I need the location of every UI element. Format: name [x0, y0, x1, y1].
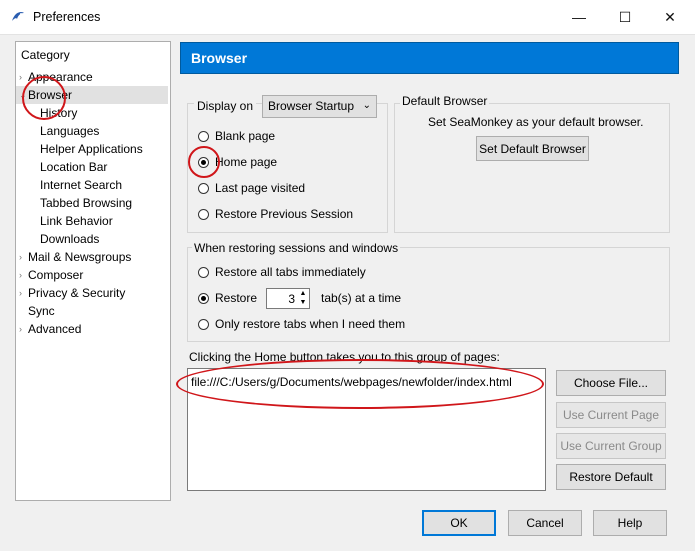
sidebar-item-label: Languages	[40, 124, 100, 138]
window-title: Preferences	[33, 10, 101, 24]
tab-count-stepper[interactable]: 3 ▲ ▼	[266, 288, 310, 309]
collapsed-chevron-icon[interactable]: ›	[19, 68, 22, 86]
chevron-down-icon: ⌄	[362, 100, 371, 111]
annotation-circle-browser	[22, 76, 66, 120]
cancel-button[interactable]: Cancel	[508, 510, 582, 536]
sidebar-item-helper-applications[interactable]: Helper Applications	[16, 140, 168, 158]
sidebar-item-label: Sync	[28, 304, 55, 318]
maximize-icon: ☐	[618, 8, 632, 25]
step-up-icon[interactable]: ▲	[298, 289, 308, 298]
display-option-radio-2[interactable]	[198, 183, 209, 194]
restore-n-radio[interactable]	[198, 293, 209, 304]
sidebar-item-sync[interactable]: Sync	[16, 302, 168, 320]
display-on-dropdown[interactable]: Browser Startup ⌄	[262, 95, 377, 118]
sidebar-item-label: Helper Applications	[40, 142, 143, 156]
sidebar-item-label: Location Bar	[40, 160, 108, 174]
sidebar-item-label: Privacy & Security	[28, 286, 126, 300]
display-option-radio-0[interactable]	[198, 131, 209, 142]
sidebar-item-label: Mail & Newsgroups	[28, 250, 132, 264]
page-title: Browser	[191, 50, 248, 66]
display-option-label-blank-page[interactable]: Blank page	[215, 129, 275, 143]
annotation-ellipse-home-url	[176, 359, 544, 409]
display-option-label-restore-previous-session[interactable]: Restore Previous Session	[215, 207, 353, 221]
restore-on-demand-radio[interactable]	[198, 319, 209, 330]
restore-all-label[interactable]: Restore all tabs immediately	[215, 265, 366, 279]
restore-all-radio[interactable]	[198, 267, 209, 278]
choose-file-button[interactable]: Choose File...	[556, 370, 666, 396]
sidebar-item-advanced[interactable]: › Advanced	[16, 320, 168, 338]
sidebar-item-link-behavior[interactable]: Link Behavior	[16, 212, 168, 230]
restore-on-demand-label[interactable]: Only restore tabs when I need them	[215, 317, 405, 331]
sidebar-item-label: Composer	[28, 268, 84, 282]
tab-count-value: 3	[288, 292, 295, 306]
collapsed-chevron-icon[interactable]: ›	[19, 320, 22, 338]
sidebar-item-downloads[interactable]: Downloads	[16, 230, 168, 248]
category-label: Category	[21, 48, 70, 62]
use-current-page-button[interactable]: Use Current Page	[556, 402, 666, 428]
sidebar-item-internet-search[interactable]: Internet Search	[16, 176, 168, 194]
minimize-button[interactable]: —	[556, 0, 602, 34]
sidebar-item-privacy-security[interactable]: › Privacy & Security	[16, 284, 168, 302]
display-on-label: Display on	[194, 95, 257, 117]
default-browser-legend: Default Browser	[400, 94, 490, 108]
display-option-label-last-page-visited[interactable]: Last page visited	[215, 181, 305, 195]
display-option-label-home-page[interactable]: Home page	[215, 155, 277, 169]
default-browser-text: Set SeaMonkey as your default browser.	[428, 115, 644, 129]
sidebar-item-label: Link Behavior	[40, 214, 113, 228]
collapsed-chevron-icon[interactable]: ›	[19, 248, 22, 266]
close-icon: ✕	[664, 8, 676, 25]
sidebar-item-languages[interactable]: Languages	[16, 122, 168, 140]
sidebar-item-label: Advanced	[28, 322, 82, 336]
collapsed-chevron-icon[interactable]: ›	[19, 266, 22, 284]
pane-header: Browser	[180, 42, 679, 74]
sidebar-item-tabbed-browsing[interactable]: Tabbed Browsing	[16, 194, 168, 212]
sidebar-item-location-bar[interactable]: Location Bar	[16, 158, 168, 176]
collapsed-chevron-icon[interactable]: ›	[19, 284, 22, 302]
sidebar-item-label: Tabbed Browsing	[40, 196, 133, 210]
ok-button[interactable]: OK	[422, 510, 496, 536]
set-default-browser-button[interactable]: Set Default Browser	[476, 136, 589, 161]
step-down-icon[interactable]: ▼	[298, 298, 308, 307]
close-window-button[interactable]: ✕	[647, 0, 693, 34]
restore-sessions-legend: When restoring sessions and windows	[192, 241, 401, 255]
maximize-button[interactable]: ☐	[602, 0, 648, 34]
sidebar-item-label: Internet Search	[40, 178, 123, 192]
restore-default-button[interactable]: Restore Default	[556, 464, 666, 490]
title-bar: Preferences — ☐ ✕	[0, 0, 695, 35]
minimize-icon: —	[572, 9, 586, 25]
annotation-circle-home-page	[188, 146, 220, 178]
restore-n-label[interactable]: Restore	[215, 291, 257, 305]
sidebar-item-label: Downloads	[40, 232, 100, 246]
tab-suffix-label: tab(s) at a time	[321, 291, 402, 305]
display-option-radio-3[interactable]	[198, 209, 209, 220]
sidebar-item-mail-newsgroups[interactable]: › Mail & Newsgroups	[16, 248, 168, 266]
seamonkey-app-icon	[12, 11, 24, 21]
display-on-selected: Browser Startup	[268, 99, 355, 113]
sidebar-item-composer[interactable]: › Composer	[16, 266, 168, 284]
use-current-group-button[interactable]: Use Current Group	[556, 433, 666, 459]
help-button[interactable]: Help	[593, 510, 667, 536]
